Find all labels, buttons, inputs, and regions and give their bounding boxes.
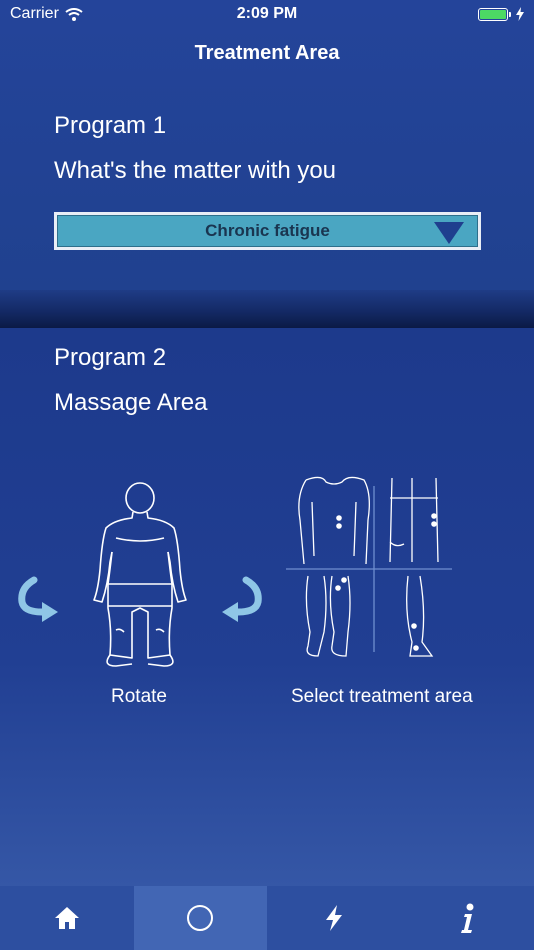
info-icon [461, 903, 474, 933]
tab-home[interactable] [0, 886, 134, 950]
program2-title: Program 2 [54, 344, 167, 371]
lightning-icon [325, 905, 342, 931]
program1-question: What's the matter with you [54, 157, 337, 184]
rotate-label: Rotate [111, 686, 167, 707]
treatment-area-grid[interactable] [286, 472, 452, 670]
rotate-right-arrow-icon[interactable] [218, 576, 264, 624]
dropdown-selected-value: Chronic fatigue [205, 221, 330, 240]
section-divider [0, 290, 534, 328]
tab-bar [0, 886, 534, 950]
program2-section: Program 2 Massage Area Rotate Select tre… [0, 328, 534, 886]
status-bar: Carrier 2:09 PM [0, 0, 534, 28]
tab-info[interactable] [401, 886, 534, 950]
page-title: Treatment Area [194, 42, 340, 64]
home-icon [54, 907, 79, 929]
tab-program[interactable] [133, 886, 267, 950]
rotate-left-arrow-icon[interactable] [16, 576, 62, 624]
carrier-label: Carrier [10, 5, 59, 22]
tab-intensity[interactable] [267, 886, 401, 950]
program1-title: Program 1 [54, 112, 167, 139]
ailment-dropdown[interactable]: Chronic fatigue [54, 212, 481, 250]
wifi-icon [65, 7, 83, 21]
program2-subtitle: Massage Area [54, 389, 208, 416]
select-area-label: Select treatment area [291, 686, 473, 707]
body-front-figure[interactable] [86, 480, 196, 670]
circle-icon [187, 905, 214, 931]
program1-section: Treatment Area Program 1 What's the matt… [0, 0, 534, 290]
battery-icon [478, 7, 511, 21]
charging-icon [516, 7, 524, 21]
chevron-down-icon [434, 222, 464, 244]
